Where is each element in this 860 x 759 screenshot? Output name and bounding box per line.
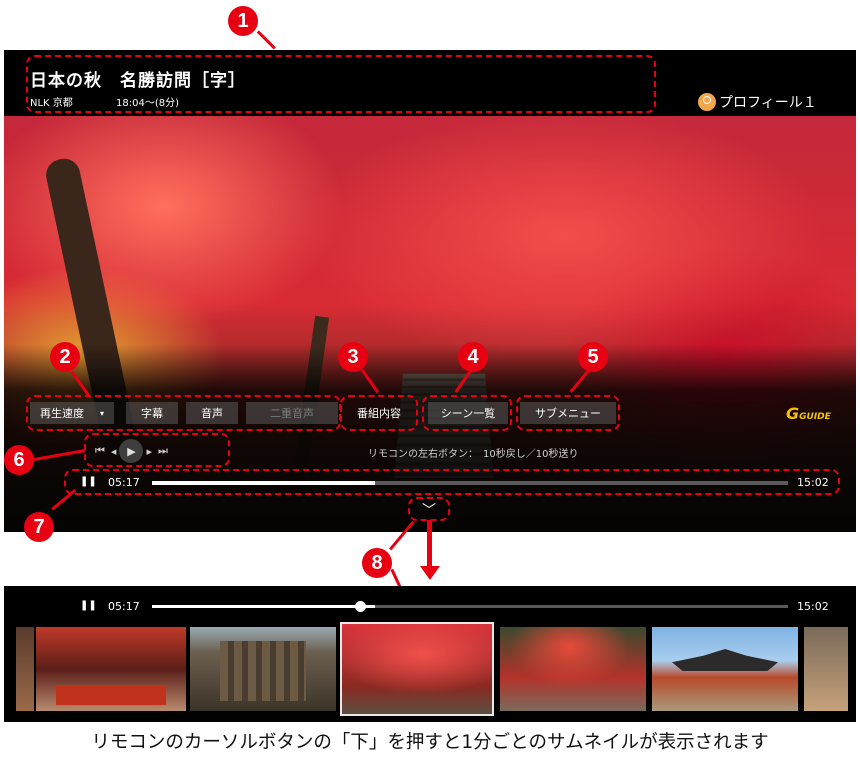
marker-5: 5 [578,342,608,372]
thumbnail-red-veranda[interactable] [36,627,186,711]
leader-line-1 [257,30,276,50]
marker-7: 7 [24,512,54,542]
remote-hint: リモコンの左右ボタン： 10秒戻し／10秒送り [368,449,579,460]
marker-2: 2 [50,342,80,372]
marker-box-8 [408,497,450,521]
seek-bar[interactable] [152,605,788,608]
marker-box-7 [64,469,840,495]
marker-box-4 [422,395,512,431]
thumbnail-autumn-path[interactable] [500,627,646,711]
marker-box-5 [516,395,620,431]
arrow-shaft [427,520,432,570]
seek-fill [152,605,375,608]
marker-8: 8 [362,548,392,578]
gguide-logo[interactable]: GGUIDE [786,404,831,423]
profile-label: プロフィール１ [719,95,817,111]
gguide-label: GUIDE [799,412,831,422]
marker-box-2 [26,395,341,431]
marker-3: 3 [338,342,368,372]
marker-box-1 [26,55,656,113]
thumbnail-partial-right[interactable] [804,627,848,711]
marker-6: 6 [4,445,34,475]
profile-icon [698,93,716,111]
pause-icon[interactable]: ❚❚ [80,600,97,611]
seek-handle[interactable] [355,601,366,612]
profile-button[interactable]: プロフィール１ [698,92,817,112]
caption-text: リモコンのカーソルボタンの「下」を押すと1分ごとのサムネイルが表示されます [91,732,769,753]
marker-1: 1 [228,6,258,36]
marker-4: 4 [458,342,488,372]
marker-box-6 [84,433,230,467]
total-time: 15:02 [797,600,829,613]
arrow-down-icon [420,566,440,580]
elapsed-time: 05:17 [108,600,140,613]
thumbnail-temple-gate[interactable] [190,627,336,711]
marker-box-3 [340,395,418,431]
thumbnail-partial-left[interactable] [16,627,34,711]
thumbnail-palace-hall[interactable] [652,627,798,711]
thumbnail-current[interactable] [340,622,494,716]
